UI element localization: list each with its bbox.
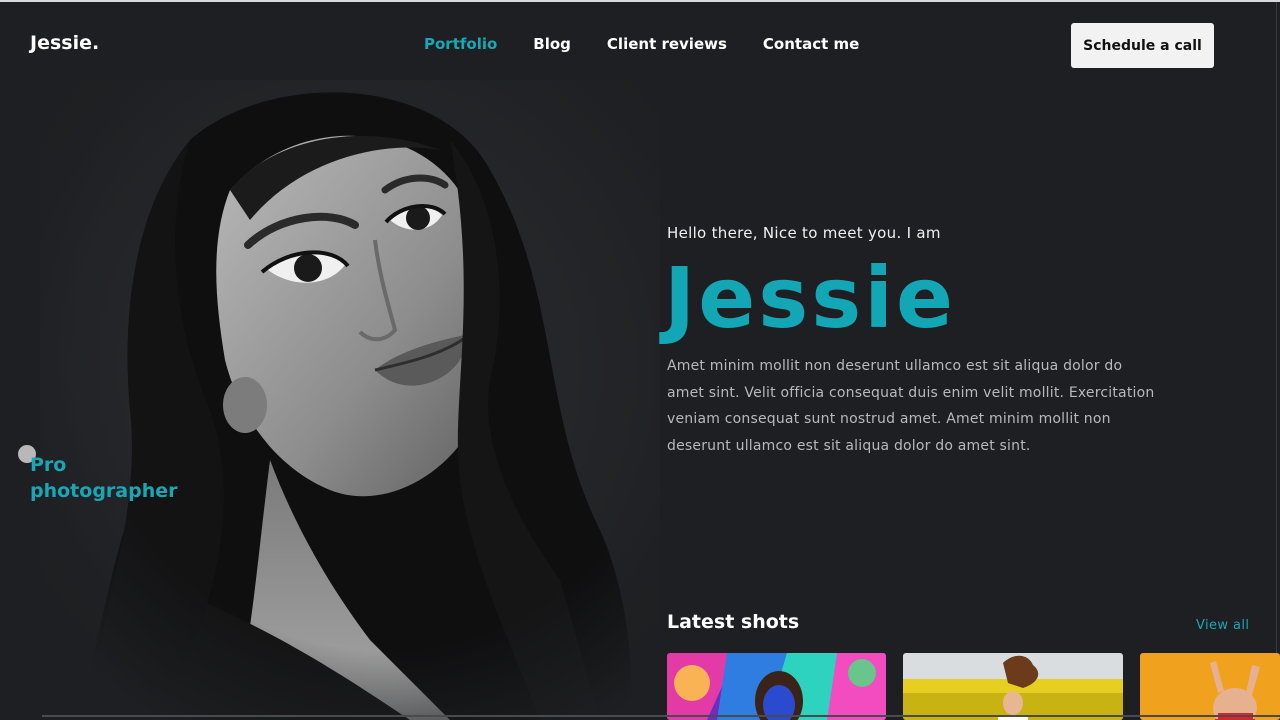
hero-portrait-photo xyxy=(40,80,660,720)
nav-contact-me[interactable]: Contact me xyxy=(763,35,859,53)
badge-line-1: Pro xyxy=(30,454,67,476)
horizontal-scrollbar[interactable] xyxy=(42,715,1280,717)
site-logo[interactable]: Jessie. xyxy=(30,32,99,54)
shot-thumbnail-field[interactable] xyxy=(903,653,1123,720)
latest-shots-heading: Latest shots xyxy=(667,611,800,633)
main-nav: Portfolio Blog Client reviews Contact me xyxy=(424,35,859,53)
window-top-border xyxy=(0,0,1280,2)
schedule-call-button[interactable]: Schedule a call xyxy=(1071,23,1214,68)
pro-photographer-badge: Pro photographer xyxy=(30,452,230,504)
hero-bio: Amet minim mollit non deserunt ullamco e… xyxy=(667,358,1155,454)
badge-line-2: photographer xyxy=(30,480,178,502)
hero-greeting: Hello there, Nice to meet you. I am xyxy=(667,224,941,242)
nav-blog[interactable]: Blog xyxy=(533,35,571,53)
hero-name-heading: Jessie xyxy=(664,249,956,347)
scrollbar-track[interactable] xyxy=(1276,2,1277,720)
shot-thumbnail-orange[interactable] xyxy=(1140,653,1280,720)
shot-thumbnail-colorful[interactable] xyxy=(667,653,886,720)
view-all-link[interactable]: View all xyxy=(1196,618,1249,633)
nav-client-reviews[interactable]: Client reviews xyxy=(607,35,727,53)
nav-portfolio[interactable]: Portfolio xyxy=(424,35,497,53)
